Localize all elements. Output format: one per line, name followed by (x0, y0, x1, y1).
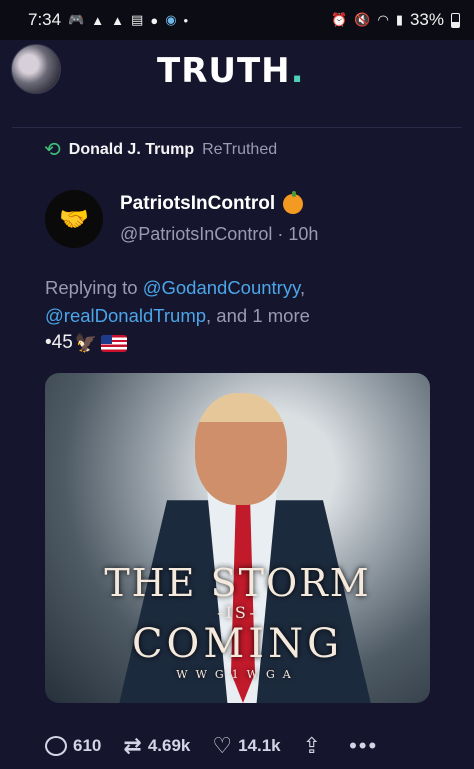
image-caption: WWG1WGA (176, 668, 299, 681)
share-icon[interactable]: ⇪ (303, 733, 321, 759)
status-time: 7:34 (28, 10, 62, 29)
signal-icon: ▮ (395, 12, 403, 27)
reply-line: Replying to @GodandCountryy, @realDonald… (45, 277, 310, 326)
profile-avatar[interactable] (11, 44, 61, 94)
calendar-icon: ▤ (131, 12, 144, 27)
comment-icon (45, 736, 67, 756)
heart-icon: ♡ (212, 733, 233, 758)
warning-icon: ▲ (91, 12, 105, 28)
location-icon: ◉ (165, 12, 177, 27)
reply-count: 610 (73, 736, 102, 755)
battery-icon (451, 12, 460, 28)
more-icon[interactable]: ••• (349, 733, 378, 759)
reply-button[interactable]: 610 (45, 736, 101, 756)
gamepad-icon: 🎮 (68, 12, 85, 27)
action-bar: 610 ⇄ 4.69k ♡ 14.1k ⇪ ••• (45, 728, 425, 764)
author-avatar[interactable]: 🤝 (45, 190, 103, 248)
like-button[interactable]: ♡ 14.1k (212, 733, 280, 759)
battery-percent: 33% (409, 10, 444, 29)
author-handle: @PatriotsInControl · 10h (120, 224, 319, 244)
app-header: TRUTH. (0, 40, 474, 130)
retruth-count: 4.69k (147, 736, 191, 755)
post-text: •45 🦅 (45, 332, 128, 354)
mention-link[interactable]: @realDonaldTrump (45, 305, 206, 326)
account-icon: ● (150, 12, 159, 28)
image-figure-head (195, 393, 287, 505)
alarm-icon: ⏰ (331, 12, 348, 27)
image-title-line2: -IS- (217, 603, 258, 622)
retruth-suffix: ReTruthed (202, 141, 278, 158)
like-count: 14.1k (238, 736, 281, 755)
retruth-banner: ⟲ Donald J. Trump ReTruthed (44, 140, 277, 160)
header-divider (12, 127, 462, 128)
retruth-button[interactable]: ⇄ 4.69k (123, 733, 190, 759)
mute-icon: 🔇 (354, 12, 371, 27)
us-flag-icon (101, 334, 128, 352)
image-title-line1: THE STORM (104, 561, 371, 605)
truth-logo: TRUTH. (157, 51, 305, 91)
wifi-icon: ◠ (377, 12, 389, 27)
post-image[interactable]: THE STORM -IS- COMING WWG1WGA (45, 373, 430, 703)
handshake-icon: 🤝 (59, 205, 89, 233)
status-bar: 7:34 🎮 ▲ ▲ ▤ ● ◉ • ⏰ 🔇 ◠ ▮ 33% (0, 0, 474, 40)
eagle-icon: 🦅 (74, 332, 98, 353)
retruth-icon: ⇄ (123, 733, 142, 758)
warning-icon: ▲ (111, 12, 125, 28)
retruth-icon: ⟲ (44, 139, 61, 161)
dot-icon: • (183, 12, 189, 28)
mention-link[interactable]: @GodandCountryy (143, 277, 300, 298)
image-title-line3: COMING (131, 621, 344, 667)
author-name[interactable]: PatriotsInControl (120, 191, 304, 215)
orange-badge-icon (283, 191, 304, 214)
retruth-user[interactable]: Donald J. Trump (69, 141, 194, 159)
